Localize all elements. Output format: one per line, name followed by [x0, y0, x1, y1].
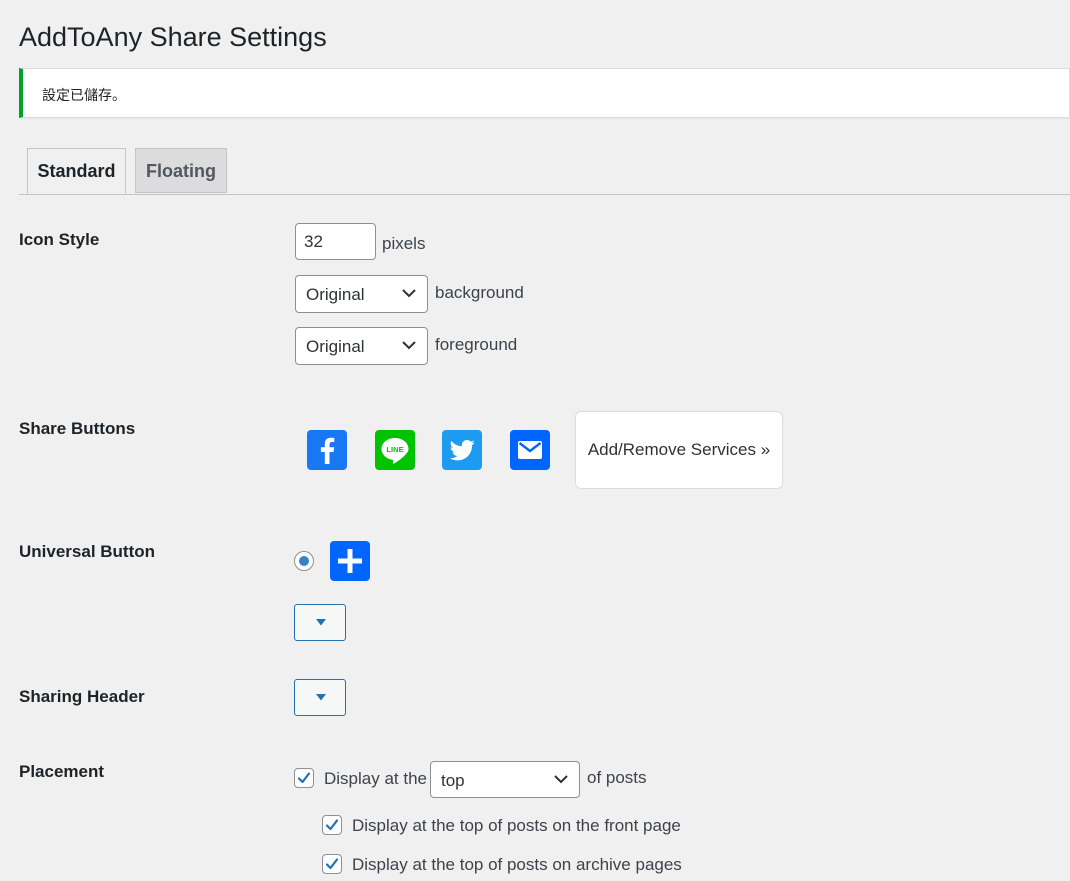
- post-position-value: top: [441, 771, 465, 790]
- settings-page: AddToAny Share Settings 設定已儲存。 Standard …: [0, 0, 1070, 881]
- settings-saved-notice: 設定已儲存。: [19, 68, 1070, 118]
- universal-button-label: Universal Button: [19, 542, 156, 561]
- caret-down-icon: [316, 694, 326, 701]
- chevron-down-icon: [402, 289, 416, 298]
- notice-text: 設定已儲存。: [42, 87, 126, 103]
- add-remove-services-button[interactable]: Add/Remove Services »: [575, 411, 783, 489]
- placement-label: Placement: [19, 762, 105, 781]
- share-buttons-label: Share Buttons: [19, 419, 136, 438]
- svg-text:LINE: LINE: [386, 445, 403, 454]
- foreground-select-value: Original: [306, 337, 365, 356]
- front-page-label: Display at the top of posts on the front…: [352, 816, 681, 835]
- chevron-down-icon: [554, 775, 568, 784]
- background-color-select[interactable]: Original: [295, 275, 428, 313]
- background-select-value: Original: [306, 285, 365, 304]
- checkmark-icon: [325, 858, 339, 870]
- foreground-label: foreground: [435, 335, 518, 354]
- checkmark-icon: [297, 772, 311, 784]
- caret-down-icon: [316, 619, 326, 626]
- archive-pages-label: Display at the top of posts on archive p…: [352, 855, 682, 874]
- universal-button-options-toggle[interactable]: [294, 604, 346, 641]
- tab-floating[interactable]: Floating: [135, 148, 227, 193]
- checkmark-icon: [325, 819, 339, 831]
- post-position-select[interactable]: top: [430, 761, 580, 798]
- icon-style-label: Icon Style: [19, 230, 100, 249]
- universal-button-radio[interactable]: [294, 551, 314, 571]
- background-label: background: [435, 283, 524, 302]
- sharing-header-options-toggle[interactable]: [294, 679, 346, 716]
- settings-tabs: Standard Floating: [19, 148, 1070, 195]
- foreground-color-select[interactable]: Original: [295, 327, 428, 365]
- display-posts-checkbox[interactable]: [294, 768, 314, 788]
- icon-size-input[interactable]: [295, 223, 376, 260]
- line-icon[interactable]: LINE: [375, 430, 415, 470]
- of-posts-label: of posts: [587, 768, 647, 787]
- email-icon[interactable]: [510, 430, 550, 470]
- pixels-label: pixels: [382, 234, 426, 253]
- archive-pages-checkbox[interactable]: [322, 854, 342, 874]
- display-at-the-label: Display at the: [324, 769, 427, 788]
- chevron-down-icon: [402, 341, 416, 350]
- facebook-icon[interactable]: [307, 430, 347, 470]
- page-title: AddToAny Share Settings: [19, 22, 327, 52]
- universal-plus-icon[interactable]: [330, 541, 370, 581]
- twitter-icon[interactable]: [442, 430, 482, 470]
- front-page-checkbox[interactable]: [322, 815, 342, 835]
- sharing-header-label: Sharing Header: [19, 687, 145, 706]
- tab-standard[interactable]: Standard: [27, 148, 126, 194]
